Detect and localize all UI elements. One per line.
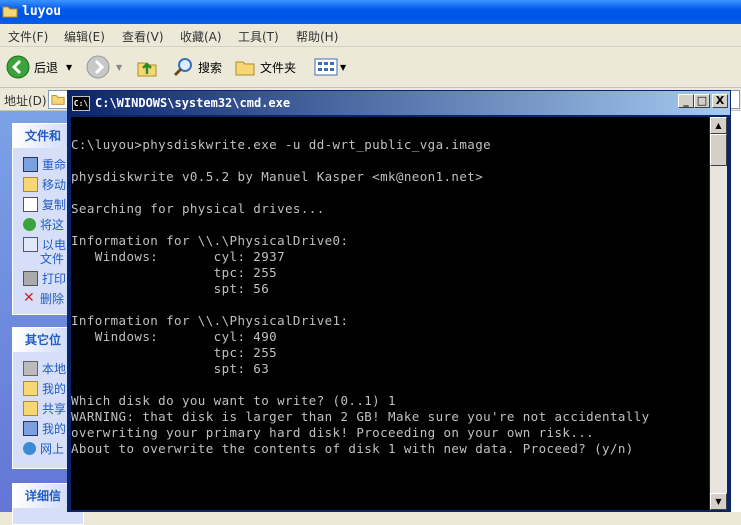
task-copy[interactable]: 复制 xyxy=(23,196,66,212)
console-line: About to overwrite the contents of disk … xyxy=(71,441,634,456)
rename-icon xyxy=(23,156,38,172)
views-button[interactable]: ▼ xyxy=(314,55,346,79)
drive-icon xyxy=(23,360,38,376)
explorer-title-bar[interactable]: luyou xyxy=(0,0,741,24)
close-button[interactable]: X xyxy=(712,94,728,108)
place-network[interactable]: 网上 xyxy=(23,440,64,456)
task-publish[interactable]: 将这 xyxy=(23,216,64,232)
toolbar: 后退 ▼ ▼ 搜索 文件夹 ▼ xyxy=(0,47,741,88)
place-shared[interactable]: 共享 xyxy=(23,400,66,416)
search-button[interactable]: 搜索 xyxy=(172,55,222,79)
forward-dropdown-icon[interactable]: ▼ xyxy=(116,63,122,72)
menu-file[interactable]: 文件(F) xyxy=(8,28,48,45)
delete-x-icon: ✕ xyxy=(23,289,35,306)
place-my-documents[interactable]: 我的 xyxy=(23,380,66,396)
folders-icon xyxy=(235,61,255,76)
menu-bar: 文件(F) 编辑(E) 查看(V) 收藏(A) 工具(T) 帮助(H) xyxy=(0,24,741,47)
console-line: spt: 56 xyxy=(71,281,270,296)
scroll-thumb[interactable] xyxy=(710,134,727,166)
console-line: overwriting your primary hard disk! Proc… xyxy=(71,425,595,440)
place-local-disk[interactable]: 本地 xyxy=(23,360,66,376)
cmd-title-bar[interactable]: C:\ C:\WINDOWS\system32\cmd.exe _ □ X xyxy=(68,91,730,115)
address-label: 地址(D) xyxy=(4,94,47,108)
cmd-system-icon[interactable]: C:\ xyxy=(72,96,90,111)
explorer-content-edge xyxy=(731,111,741,512)
minimize-button[interactable]: _ xyxy=(678,94,694,108)
task-email-cont[interactable]: 文件 xyxy=(23,250,64,266)
back-label: 后退 xyxy=(34,60,59,75)
console-line: Searching for physical drives... xyxy=(71,201,325,216)
views-grid-icon xyxy=(314,58,338,76)
task-move[interactable]: 移动 xyxy=(23,176,66,192)
cmd-title: C:\WINDOWS\system32\cmd.exe xyxy=(95,96,291,110)
back-dropdown-icon[interactable]: ▼ xyxy=(66,63,72,72)
shared-folder-icon xyxy=(23,400,38,416)
menu-help[interactable]: 帮助(H) xyxy=(296,28,338,45)
console-line: tpc: 255 xyxy=(71,345,278,360)
folders-button[interactable]: 文件夹 xyxy=(234,55,296,79)
maximize-button[interactable]: □ xyxy=(694,94,710,108)
back-arrow-icon xyxy=(6,55,30,79)
back-button[interactable]: 后退 ▼ xyxy=(6,55,72,79)
console-line: Information for \\.\PhysicalDrive1: xyxy=(71,313,349,328)
search-icon xyxy=(173,58,192,77)
place-my-computer[interactable]: 我的 xyxy=(23,420,66,436)
forward-arrow-icon xyxy=(86,55,110,79)
folders-label: 文件夹 xyxy=(260,60,297,75)
scroll-down-arrow-icon[interactable]: ▼ xyxy=(710,493,727,510)
network-icon xyxy=(23,441,36,455)
printer-icon xyxy=(23,270,38,286)
search-label: 搜索 xyxy=(198,60,223,75)
move-icon xyxy=(23,176,38,192)
folder-icon xyxy=(23,380,38,396)
scroll-up-arrow-icon[interactable]: ▲ xyxy=(710,117,727,134)
console-line: Information for \\.\PhysicalDrive0: xyxy=(71,233,349,248)
task-delete[interactable]: ✕ 删除 xyxy=(23,290,64,306)
console-line: physdiskwrite v0.5.2 by Manuel Kasper <m… xyxy=(71,169,484,184)
folder-icon xyxy=(2,6,18,18)
console-line: Which disk do you want to write? (0..1) … xyxy=(71,393,396,408)
forward-button[interactable]: ▼ xyxy=(86,55,122,79)
globe-icon xyxy=(23,217,36,231)
explorer-title: luyou xyxy=(22,4,62,19)
menu-favorites[interactable]: 收藏(A) xyxy=(180,28,222,45)
cmd-window[interactable]: C:\ C:\WINDOWS\system32\cmd.exe _ □ X C:… xyxy=(67,90,731,512)
computer-icon xyxy=(23,420,38,436)
console-line: spt: 63 xyxy=(71,361,270,376)
console-line: Windows: cyl: 490 xyxy=(71,329,278,344)
task-print[interactable]: 打印 xyxy=(23,270,66,286)
task-pane: 文件和 重命 移动 复制 将这 以电 文件 打印 ✕ 删除 其它位 本地 我的 共… xyxy=(0,111,84,525)
task-rename[interactable]: 重命 xyxy=(23,156,66,172)
console-line: WARNING: that disk is larger than 2 GB! … xyxy=(71,409,650,424)
menu-tools[interactable]: 工具(T) xyxy=(238,28,279,45)
console-output[interactable]: C:\luyou>physdiskwrite.exe -u dd-wrt_pub… xyxy=(71,117,709,510)
vertical-scrollbar[interactable]: ▲ ▼ xyxy=(710,117,727,510)
menu-edit[interactable]: 编辑(E) xyxy=(64,28,105,45)
views-dropdown-icon[interactable]: ▼ xyxy=(340,63,346,72)
console-line: Windows: cyl: 2937 xyxy=(71,249,285,264)
copy-icon xyxy=(23,196,38,212)
console-line: C:\luyou>physdiskwrite.exe -u dd-wrt_pub… xyxy=(71,137,492,152)
up-folder-icon xyxy=(137,62,157,77)
address-folder-icon xyxy=(51,95,65,105)
menu-view[interactable]: 查看(V) xyxy=(122,28,164,45)
console-line: tpc: 255 xyxy=(71,265,278,280)
up-folder-button[interactable] xyxy=(136,55,158,79)
